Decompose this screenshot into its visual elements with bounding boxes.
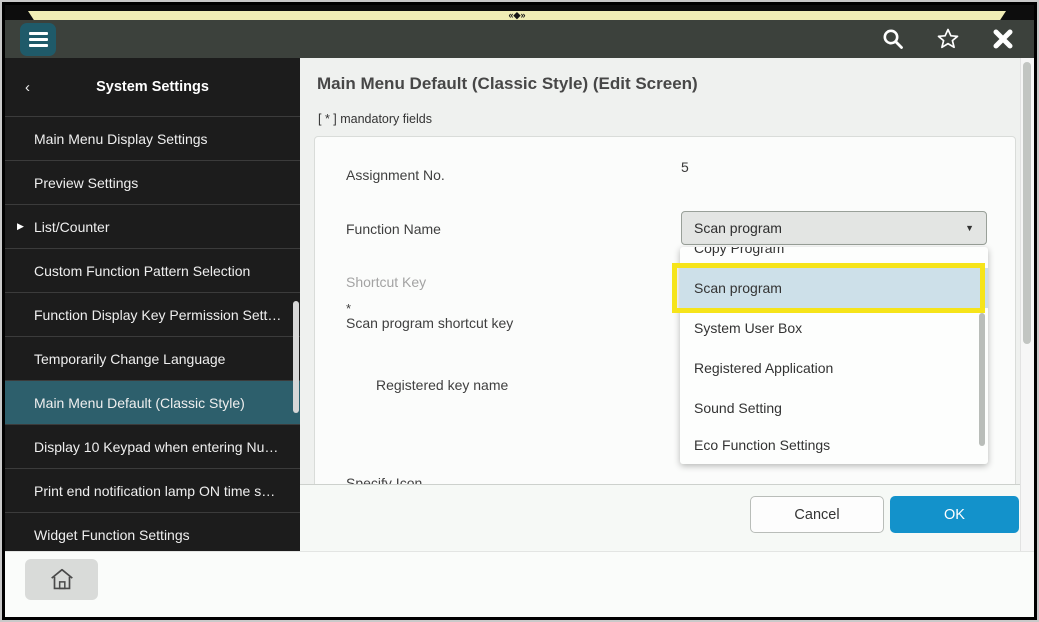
assignment-no-label: Assignment No. — [346, 167, 445, 183]
cancel-button[interactable]: Cancel — [750, 496, 884, 533]
sidebar-item-list-counter[interactable]: ▶ List/Counter — [5, 205, 300, 249]
menu-button[interactable] — [20, 23, 56, 56]
main-scrollbar-thumb[interactable] — [1023, 62, 1031, 344]
registered-key-name-label: Registered key name — [376, 377, 508, 393]
settings-sidebar: ‹ System Settings Main Menu Display Sett… — [5, 58, 300, 551]
chevron-down-icon: ▼ — [965, 223, 974, 233]
form-footer: Cancel OK — [300, 484, 1020, 551]
pull-handle-icon: «◆» — [509, 11, 526, 20]
top-pull-zone: «◆» — [5, 5, 1034, 21]
sidebar-item-custom-function-pattern[interactable]: Custom Function Pattern Selection — [5, 249, 300, 293]
search-icon[interactable] — [880, 26, 906, 52]
hamburger-icon — [29, 32, 48, 35]
panel-pull-handle[interactable]: «◆» — [28, 11, 1006, 20]
sidebar-item-main-menu-display-settings[interactable]: Main Menu Display Settings — [5, 117, 300, 161]
dropdown-option-registered-application[interactable]: Registered Application — [680, 348, 988, 388]
scan-program-shortcut-key-label: * Scan program shortcut key — [346, 303, 513, 331]
favorites-star-icon[interactable] — [935, 26, 961, 52]
home-button[interactable] — [25, 559, 98, 600]
close-icon[interactable] — [990, 26, 1016, 52]
shortcut-key-label: Shortcut Key — [346, 274, 426, 290]
home-icon — [47, 565, 77, 595]
sidebar-header: ‹ System Settings — [5, 58, 300, 117]
app-bar — [5, 20, 1034, 58]
sidebar-title: System Settings — [96, 79, 209, 95]
dropdown-option-copy-program[interactable]: Copy Program — [680, 247, 988, 268]
page-title: Main Menu Default (Classic Style) (Edit … — [317, 74, 698, 94]
back-chevron-icon[interactable]: ‹ — [25, 80, 30, 95]
sidebar-item-temporarily-change-language[interactable]: Temporarily Change Language — [5, 337, 300, 381]
function-name-selected-value: Scan program — [694, 220, 965, 236]
sidebar-scrollbar[interactable] — [293, 301, 299, 413]
main-scrollbar-track[interactable] — [1020, 58, 1034, 551]
appbar-actions — [880, 20, 1016, 58]
sidebar-item-main-menu-default-classic[interactable]: Main Menu Default (Classic Style) — [5, 381, 300, 425]
sidebar-item-print-end-notification[interactable]: Print end notification lamp ON time s… — [5, 469, 300, 513]
device-screen: «◆» — [2, 2, 1037, 620]
sidebar-item-preview-settings[interactable]: Preview Settings — [5, 161, 300, 205]
bottom-bar — [5, 551, 1034, 617]
sidebar-item-function-display-key-permission[interactable]: Function Display Key Permission Sett… — [5, 293, 300, 337]
mandatory-fields-note: [ * ] mandatory fields — [318, 112, 432, 126]
dropdown-option-eco-function-settings[interactable]: Eco Function Settings — [680, 428, 988, 464]
function-name-select[interactable]: Scan program ▼ — [681, 211, 987, 245]
function-name-label: Function Name — [346, 221, 441, 237]
assignment-no-value: 5 — [681, 159, 689, 175]
ok-button[interactable]: OK — [890, 496, 1019, 533]
sidebar-item-display-10-keypad[interactable]: Display 10 Keypad when entering Nu… — [5, 425, 300, 469]
edit-screen-panel: Main Menu Default (Classic Style) (Edit … — [300, 58, 1034, 551]
sidebar-item-widget-function-settings[interactable]: Widget Function Settings — [5, 513, 300, 551]
content-area: ‹ System Settings Main Menu Display Sett… — [5, 58, 1034, 551]
function-name-dropdown-list: Copy Program Scan program System User Bo… — [680, 247, 988, 464]
dropdown-scrollbar[interactable] — [979, 313, 985, 446]
dropdown-option-sound-setting[interactable]: Sound Setting — [680, 388, 988, 428]
submenu-arrow-icon: ▶ — [17, 221, 24, 232]
mandatory-star: * — [346, 303, 513, 315]
dropdown-option-scan-program[interactable]: Scan program — [680, 268, 988, 308]
dropdown-option-system-user-box[interactable]: System User Box — [680, 308, 988, 348]
